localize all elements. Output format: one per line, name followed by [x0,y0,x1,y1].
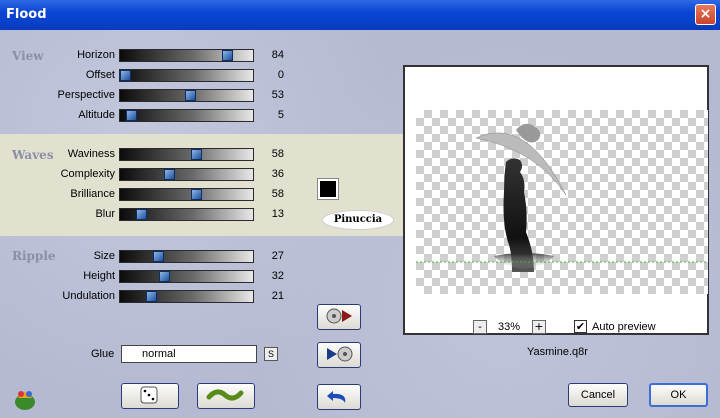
slider-track-horizon[interactable] [119,49,254,62]
slider-label: Horizon [77,49,115,61]
play-record-icon [327,346,353,362]
slider-thumb[interactable] [164,169,175,180]
slider-track-offset[interactable] [119,69,254,82]
flood-dialog: Flood × View Waves Ripple Horizon 84 Offse… [0,0,720,418]
slider-value: 5 [277,109,284,121]
slider-track-waviness[interactable] [119,148,254,161]
slider-value: 27 [271,250,284,262]
slider-label: Offset [85,69,115,81]
slider-row-height: Height 32 [0,269,300,285]
pinuccia-logo: Pinuccia [322,210,394,230]
slider-value: 84 [271,49,284,61]
wave-button[interactable] [197,383,255,409]
slider-thumb[interactable] [191,189,202,200]
auto-preview-label: Auto preview [592,321,656,333]
zoom-level: 33% [498,321,521,333]
color-swatch[interactable] [317,178,339,200]
slider-thumb[interactable] [191,149,202,160]
slider-thumb[interactable] [185,90,196,101]
cancel-button[interactable]: Cancel [568,383,628,407]
slider-track-complexity[interactable] [119,168,254,181]
window-title: Flood [6,7,47,22]
slider-thumb[interactable] [159,271,170,282]
slider-label: Perspective [57,89,115,101]
dice-icon [140,386,158,404]
slider-label: Brilliance [70,188,115,200]
slider-thumb[interactable] [120,70,131,81]
slider-row-altitude: Altitude 5 [0,108,300,124]
slider-label: Undulation [62,290,115,302]
slider-track-size[interactable] [119,250,254,263]
preset-filename: Yasmine.q8r [527,346,588,358]
slider-thumb[interactable] [136,209,147,220]
slider-label: Size [93,250,115,262]
slider-value: 13 [271,208,284,220]
slider-label: Height [83,270,115,282]
slider-track-height[interactable] [119,270,254,283]
slider-row-undulation: Undulation 21 [0,289,300,305]
app-logo-icon[interactable] [12,386,38,412]
slider-track-undulation[interactable] [119,290,254,303]
slider-value: 0 [277,69,284,81]
slider-label: Complexity [60,168,115,180]
glue-label: Glue [91,348,115,360]
slider-label: Altitude [78,109,115,121]
slider-value: 32 [271,270,284,282]
slider-label: Waviness [67,148,115,160]
dialog-body: View Waves Ripple Horizon 84 Offset 0 Perspe… [0,30,720,418]
zoom-out-button[interactable]: - [473,320,487,334]
slider-track-altitude[interactable] [119,109,254,122]
undo-icon [327,391,346,403]
record-play-button[interactable] [317,304,361,330]
preview-image [416,123,708,272]
title-bar: Flood × [0,0,720,30]
slider-track-perspective[interactable] [119,89,254,102]
slider-value: 58 [271,188,284,200]
undo-button[interactable] [317,384,361,410]
slider-thumb[interactable] [146,291,157,302]
slider-row-blur: Blur 13 [0,207,300,223]
randomize-button[interactable] [121,383,179,409]
slider-value: 53 [271,89,284,101]
ok-button[interactable]: OK [649,383,708,407]
slider-row-perspective: Perspective 53 [0,88,300,104]
glue-select[interactable]: normal [121,345,257,363]
preview-pane[interactable] [403,65,709,335]
slider-value: 58 [271,148,284,160]
auto-preview-checkbox[interactable]: ✔ [574,320,587,333]
play-record-button[interactable] [317,342,361,368]
zoom-in-button[interactable]: + [532,320,546,334]
slider-track-blur[interactable] [119,208,254,221]
slider-row-size: Size 27 [0,249,300,265]
slider-value: 36 [271,168,284,180]
slider-track-brilliance[interactable] [119,188,254,201]
slider-label: Blur [95,208,115,220]
slider-row-brilliance: Brilliance 58 [0,187,300,203]
slider-thumb[interactable] [153,251,164,262]
slider-thumb[interactable] [222,50,233,61]
wave-icon [206,389,244,401]
slider-row-waviness: Waviness 58 [0,147,300,163]
slider-row-horizon: Horizon 84 [0,48,300,64]
slider-value: 21 [271,290,284,302]
glue-s-button[interactable]: S [264,347,278,361]
close-button[interactable]: × [695,4,716,25]
slider-row-complexity: Complexity 36 [0,167,300,183]
record-play-icon [326,308,352,324]
preview-canvas [416,110,708,294]
slider-row-offset: Offset 0 [0,68,300,84]
slider-thumb[interactable] [126,110,137,121]
